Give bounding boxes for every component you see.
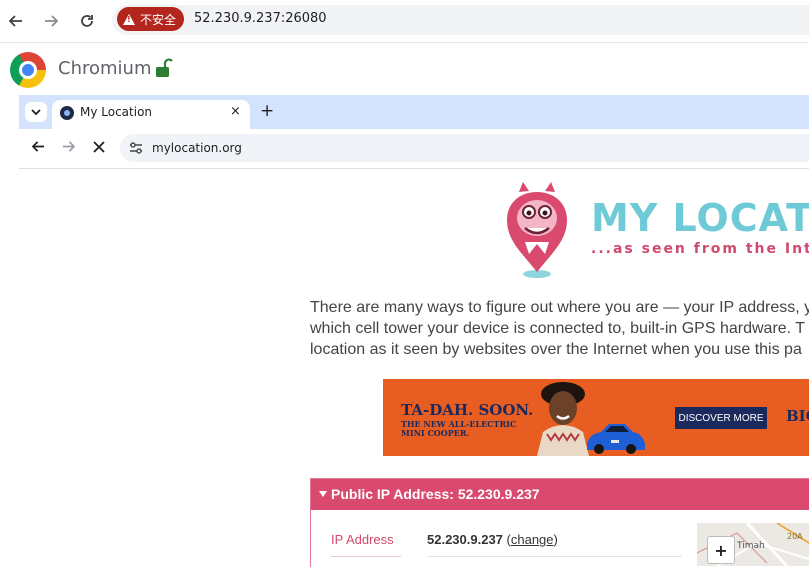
reload-icon (81, 15, 93, 27)
tab-title: My Location (80, 105, 153, 119)
ip-address-label: IP Address (331, 532, 394, 547)
arrow-left-icon (31, 141, 44, 152)
chromium-logo-icon (10, 52, 46, 88)
stop-loading-button[interactable] (90, 139, 108, 157)
inner-forward-button[interactable] (59, 139, 77, 157)
close-icon (93, 141, 105, 153)
forward-button[interactable] (40, 10, 62, 32)
map-place-label: Timah (737, 541, 765, 551)
row-divider (427, 556, 682, 557)
warning-icon (123, 13, 135, 25)
caret-down-icon (319, 491, 327, 497)
ad-car-image (587, 424, 645, 454)
ip-panel-title-text: Public IP Address: 52.230.9.237 (331, 486, 540, 502)
intro-line: There are many ways to figure out where … (310, 299, 809, 316)
back-button[interactable] (5, 10, 27, 32)
arrow-left-icon (9, 15, 22, 27)
chevron-down-icon (31, 108, 41, 115)
reload-button[interactable] (76, 10, 98, 32)
ad-headline: TA-DAH. SOON. (401, 401, 534, 419)
intro-line: which cell tower your device is connecte… (310, 320, 806, 337)
cow-pin-logo-icon[interactable] (503, 180, 571, 280)
map-zoom-in-button[interactable]: + (707, 536, 735, 564)
tab-close-button[interactable]: × (230, 104, 241, 119)
arrow-right-icon (45, 15, 58, 27)
site-settings-icon[interactable] (129, 142, 143, 154)
insecure-badge[interactable]: 不安全 (117, 7, 185, 31)
inner-back-button[interactable] (29, 139, 47, 157)
site-favicon-icon (60, 106, 74, 120)
arrow-right-icon (62, 141, 75, 152)
url-text[interactable]: 52.230.9.237:26080 (194, 11, 327, 26)
app-title: Chromium (58, 58, 152, 79)
ip-address-value: 52.230.9.237 (change) (427, 532, 558, 547)
intro-paragraph: There are many ways to figure out where … (310, 297, 809, 360)
unlocked-padlock-icon (156, 58, 173, 77)
row-divider (331, 556, 401, 557)
inner-url-text[interactable]: mylocation.org (152, 141, 242, 155)
insecure-label: 不安全 (140, 12, 177, 27)
tab-search-button[interactable] (25, 102, 47, 122)
ip-panel-title[interactable]: Public IP Address: 52.230.9.237 (319, 486, 540, 502)
ad-subline: MINI COOPER. (401, 428, 470, 438)
ip-address-text: 52.230.9.237 (427, 532, 503, 547)
change-ip-link[interactable]: change (511, 532, 554, 547)
discover-more-button[interactable]: DISCOVER MORE (675, 407, 767, 429)
intro-line: location as it seen by websites over the… (310, 341, 802, 358)
new-tab-button[interactable]: + (260, 101, 274, 121)
map-road-label: 20A (787, 532, 803, 541)
site-tagline: ...as seen from the Inte (591, 241, 809, 257)
ad-trailing-text: BIG (786, 407, 809, 425)
site-logo-title: MY LOCATI (591, 196, 809, 240)
